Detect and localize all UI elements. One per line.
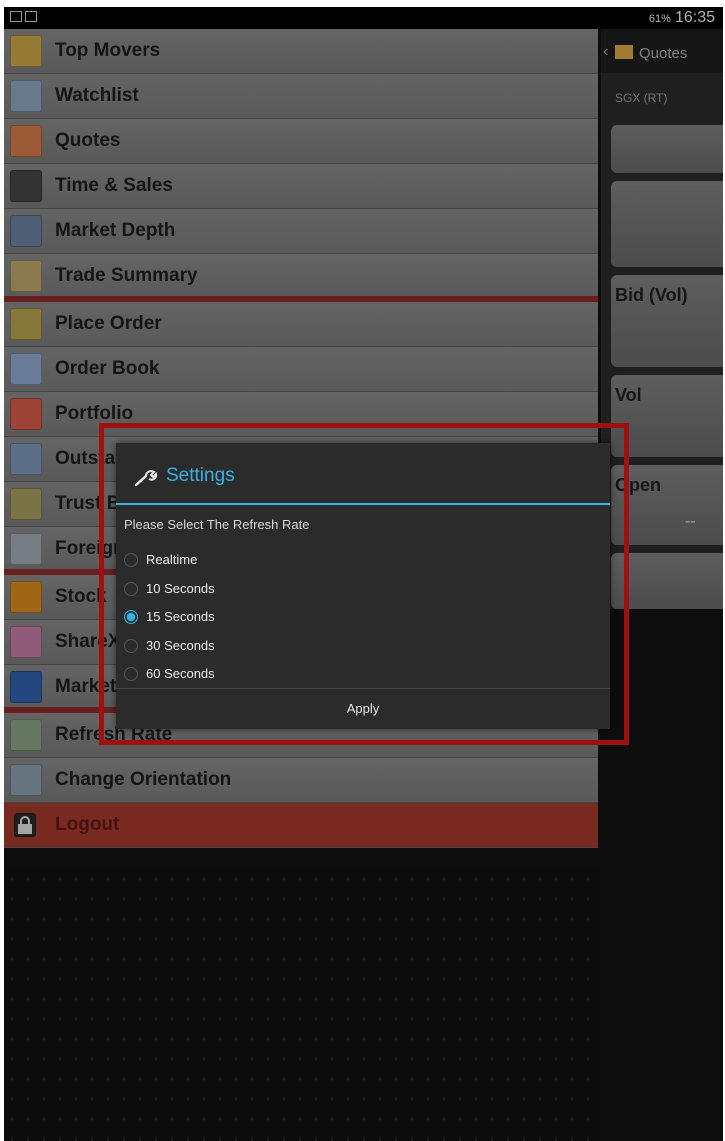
highlight-annotation-box	[99, 423, 629, 745]
device-screen: 61% 16:35 Top Movers Watchlist Quotes Time &…	[4, 7, 723, 1141]
